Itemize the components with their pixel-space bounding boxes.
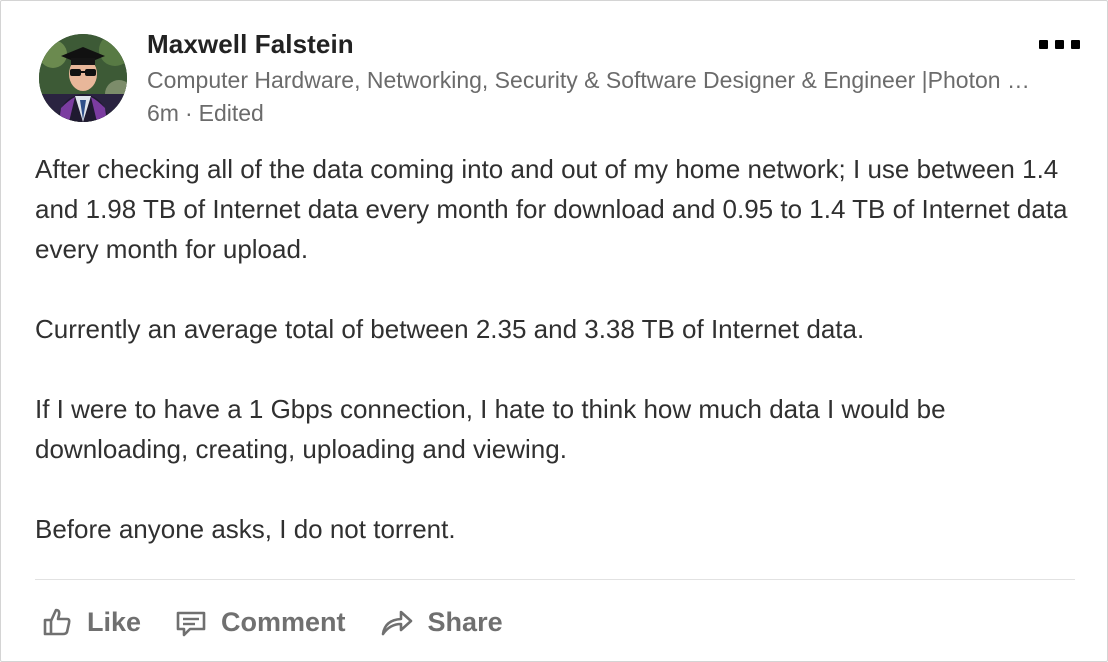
post-paragraph: Before anyone asks, I do not torrent. [35, 514, 456, 544]
share-label: Share [427, 606, 503, 637]
profile-photo-icon [39, 34, 127, 122]
comment-label: Comment [221, 606, 346, 637]
post-actions-bar: Like Comment Share [35, 599, 531, 645]
author-headline: Computer Hardware, Networking, Security … [147, 67, 1030, 93]
actions-divider [35, 579, 1075, 580]
edited-label: Edited [198, 100, 264, 126]
post-body: After checking all of the data coming in… [35, 149, 1085, 549]
meta-separator: · [184, 100, 193, 126]
comment-button[interactable]: Comment [169, 599, 352, 645]
share-button[interactable]: Share [374, 599, 509, 645]
post-card: Maxwell Falstein Computer Hardware, Netw… [0, 0, 1108, 662]
post-paragraph: After checking all of the data coming in… [35, 154, 1068, 264]
more-dot [1071, 40, 1080, 49]
post-paragraph: If I were to have a 1 Gbps connection, I… [35, 394, 946, 464]
author-name[interactable]: Maxwell Falstein [147, 29, 354, 60]
author-avatar[interactable] [39, 34, 127, 122]
share-arrow-icon [381, 610, 412, 636]
post-meta: 6m · Edited [147, 100, 264, 127]
more-dot [1039, 40, 1048, 49]
like-button[interactable]: Like [35, 599, 147, 645]
comment-icon [176, 611, 206, 637]
more-options-icon[interactable] [1031, 31, 1087, 55]
like-label: Like [87, 606, 142, 637]
post-time: 6m [147, 100, 179, 126]
post-paragraph: Currently an average total of between 2.… [35, 314, 865, 344]
thumbs-up-icon [43, 608, 71, 636]
more-dot [1055, 40, 1064, 49]
